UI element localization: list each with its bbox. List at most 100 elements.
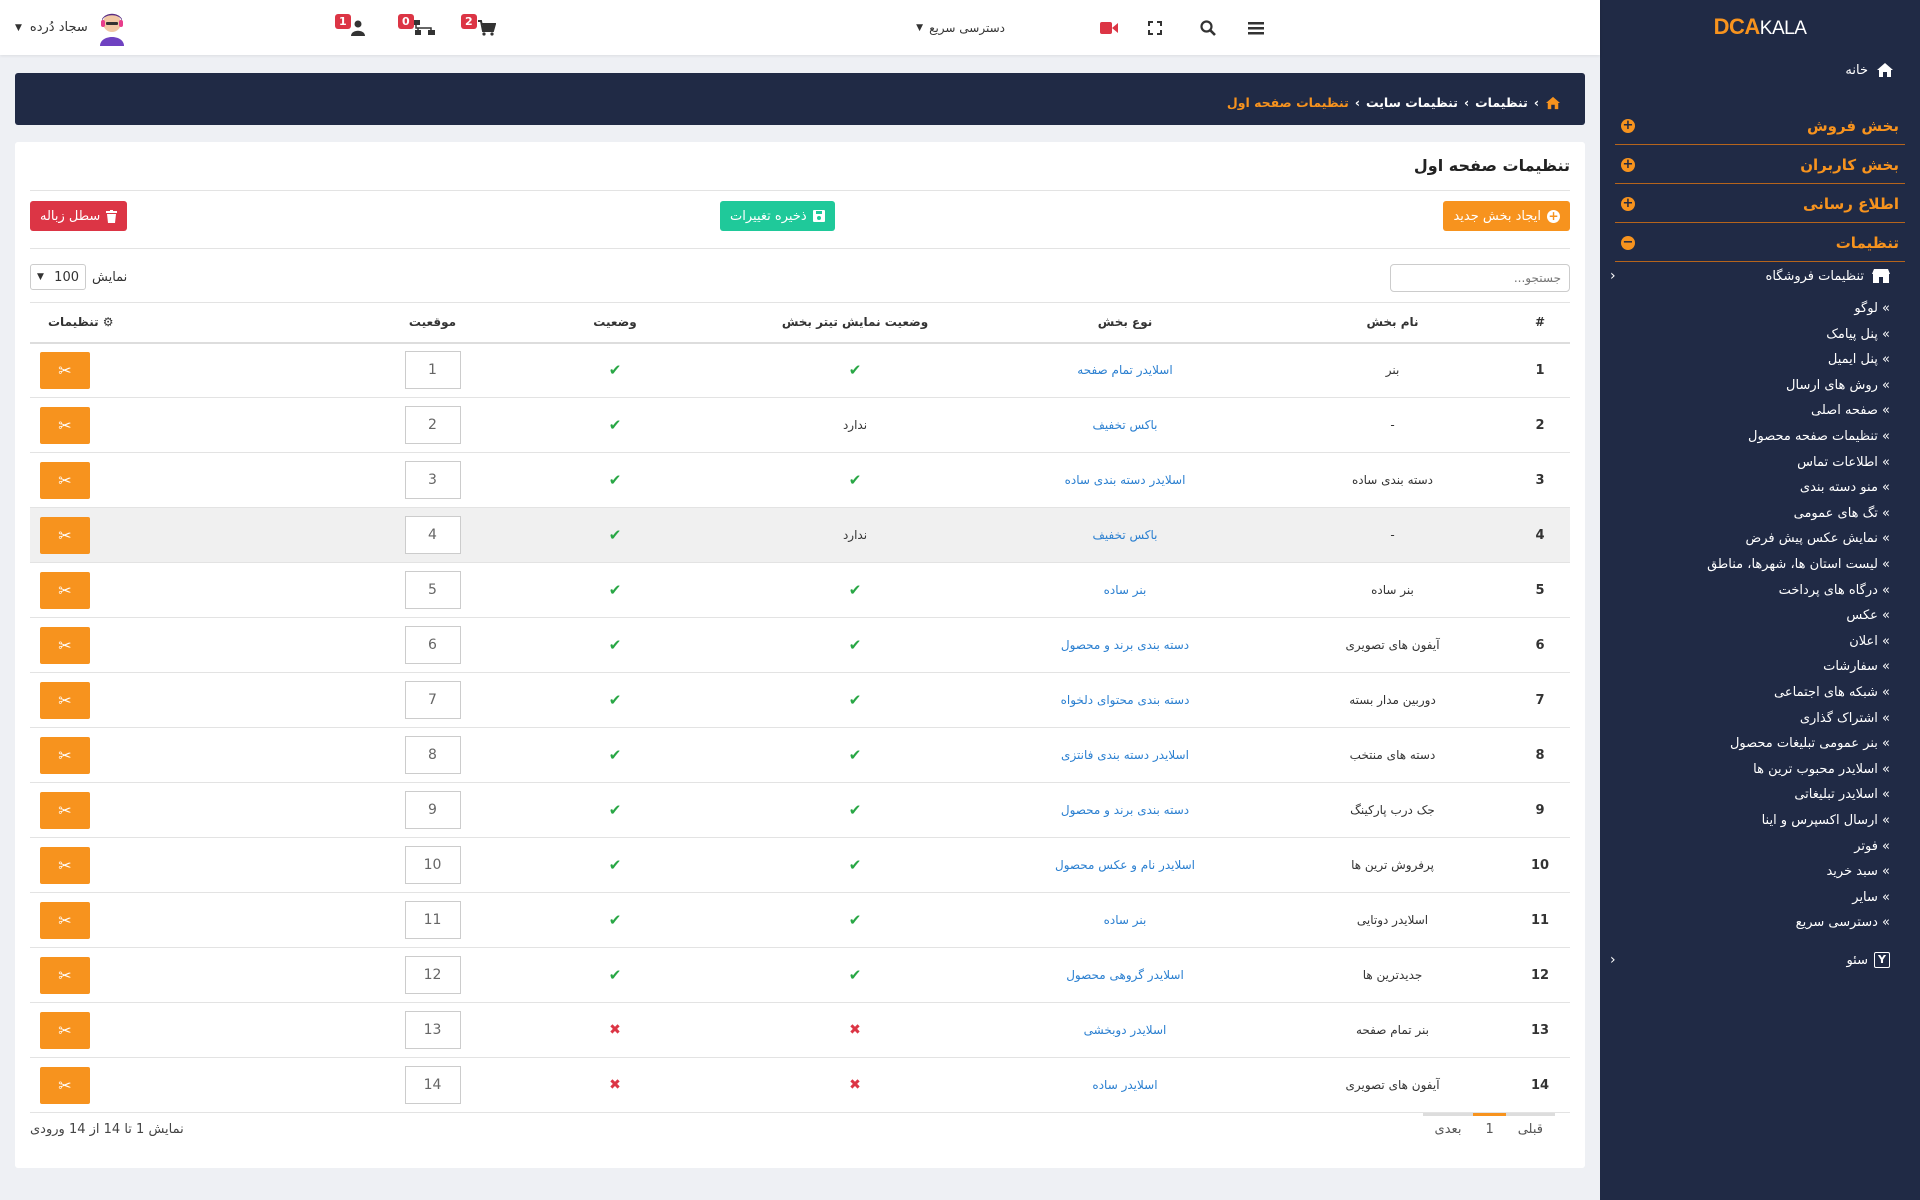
users-button[interactable] xyxy=(351,0,365,55)
tools-button[interactable]: ✂ xyxy=(40,1066,90,1104)
sidebar-subitem[interactable]: » اعلان xyxy=(1849,634,1890,649)
column-header-number[interactable]: # xyxy=(1510,302,1570,344)
sidebar-subitem[interactable]: » عکس xyxy=(1846,608,1890,623)
quick-access-dropdown[interactable]: دسترسی سریع ▼ xyxy=(916,0,1005,55)
section-type-link[interactable]: دسته بندی محتوای دلخواه xyxy=(975,672,1275,728)
tools-button[interactable]: ✂ xyxy=(40,1011,90,1049)
tools-button[interactable]: ✂ xyxy=(40,461,90,499)
orders-button[interactable] xyxy=(413,0,435,55)
sidebar-section-notifications[interactable]: اطلاع رسانی + xyxy=(1615,185,1905,223)
section-type-link[interactable]: اسلایدر تمام صفحه xyxy=(975,342,1275,398)
tools-button[interactable]: ✂ xyxy=(40,516,90,554)
position-input[interactable]: 11 xyxy=(404,901,461,939)
sidebar-subitem[interactable]: » تنظیمات صفحه محصول xyxy=(1748,429,1890,444)
sidebar-subitem[interactable]: » لوگو xyxy=(1854,301,1890,316)
save-changes-button[interactable]: ذخیره تغییرات xyxy=(720,201,835,231)
sidebar-subitem[interactable]: » سایر xyxy=(1852,890,1890,905)
search-input[interactable] xyxy=(1390,264,1570,292)
position-input[interactable]: 4 xyxy=(404,516,461,554)
sidebar-section-settings[interactable]: تنظیمات − xyxy=(1615,224,1905,262)
tools-button[interactable]: ✂ xyxy=(40,406,90,444)
position-input[interactable]: 8 xyxy=(404,736,461,774)
position-input[interactable]: 2 xyxy=(404,406,461,444)
sidebar-subitem[interactable]: » اشتراک گذاری xyxy=(1800,711,1890,726)
column-header-settings[interactable]: ⚙ تنظیمات xyxy=(30,302,370,344)
column-header-status[interactable]: وضعیت xyxy=(495,302,735,344)
sidebar-subitem[interactable]: » اسلایدر محبوب ترین ها xyxy=(1753,762,1890,777)
column-header-position[interactable]: موقعیت xyxy=(370,302,495,344)
search-button[interactable] xyxy=(1200,0,1216,55)
sidebar-subitem[interactable]: » اطلاعات تماس xyxy=(1797,455,1890,470)
sidebar-subitem[interactable]: » درگاه های پرداخت xyxy=(1779,583,1890,598)
section-type-link[interactable]: بنر ساده xyxy=(975,562,1275,618)
sidebar-subitem[interactable]: » صفحه اصلی xyxy=(1811,403,1890,418)
sidebar-subitem[interactable]: » تگ های عمومی xyxy=(1794,506,1890,521)
sidebar-subitem[interactable]: » دسترسی سریع xyxy=(1796,915,1890,930)
section-type-link[interactable]: باکس تخفیف xyxy=(975,397,1275,453)
position-input[interactable]: 1 xyxy=(404,351,461,390)
position-input[interactable]: 13 xyxy=(404,1011,461,1049)
page-size-select[interactable]: ▼ 100 xyxy=(30,264,86,290)
position-input[interactable]: 9 xyxy=(404,791,461,829)
logo[interactable]: DCAKALA xyxy=(1600,0,1920,52)
cart-button[interactable] xyxy=(478,0,496,55)
tools-button[interactable]: ✂ xyxy=(40,571,90,609)
fullscreen-button[interactable] xyxy=(1148,0,1162,55)
section-type-link[interactable]: اسلایدر دسته بندی فانتزی xyxy=(975,727,1275,783)
position-input[interactable]: 14 xyxy=(404,1066,461,1104)
sidebar-subitem[interactable]: » شبکه های اجتماعی xyxy=(1774,685,1890,700)
position-input[interactable]: 3 xyxy=(404,461,461,499)
new-section-button[interactable]: + ایجاد بخش جدید xyxy=(1443,201,1570,231)
menu-toggle-button[interactable] xyxy=(1248,0,1264,55)
sidebar-subitem[interactable]: » روش های ارسال xyxy=(1786,378,1890,393)
position-input[interactable]: 6 xyxy=(404,626,461,664)
tools-button[interactable]: ✂ xyxy=(40,626,90,664)
tools-button[interactable]: ✂ xyxy=(40,791,90,829)
sidebar-subitem[interactable]: » نمایش عکس پیش فرض xyxy=(1746,531,1891,546)
section-type-link[interactable]: اسلایدر دسته بندی ساده xyxy=(975,452,1275,508)
sidebar-subitem[interactable]: » ارسال اکسپرس و اینا xyxy=(1762,813,1890,828)
tools-button[interactable]: ✂ xyxy=(40,846,90,884)
sidebar-subitem[interactable]: » بنر عمومی تبلیغات محصول xyxy=(1730,736,1890,751)
sidebar-item-home[interactable]: خانه xyxy=(1845,62,1894,78)
section-type-link[interactable]: اسلایدر ساده xyxy=(975,1057,1275,1113)
sidebar-subitem[interactable]: » سفارشات xyxy=(1823,659,1890,674)
sidebar-subitem[interactable]: » منو دسته بندی xyxy=(1800,480,1890,495)
section-type-link[interactable]: اسلایدر نام و عکس محصول xyxy=(975,837,1275,893)
section-type-link[interactable]: دسته بندی برند و محصول xyxy=(975,782,1275,838)
sidebar-subitem[interactable]: » پنل ایمیل xyxy=(1828,352,1890,367)
position-input[interactable]: 7 xyxy=(404,681,461,719)
pagination-previous[interactable]: قبلی xyxy=(1505,1113,1555,1139)
tools-button[interactable]: ✂ xyxy=(40,956,90,994)
tools-button[interactable]: ✂ xyxy=(40,351,90,389)
tools-button[interactable]: ✂ xyxy=(40,901,90,939)
breadcrumb-item-site-settings[interactable]: تنظیمات سایت xyxy=(1366,95,1458,110)
section-type-link[interactable]: باکس تخفیف xyxy=(975,507,1275,563)
section-type-link[interactable]: اسلایدر گروهی محصول xyxy=(975,947,1275,1003)
home-icon[interactable] xyxy=(1545,96,1561,110)
tools-button[interactable]: ✂ xyxy=(40,736,90,774)
pagination-next[interactable]: بعدی xyxy=(1422,1113,1474,1139)
sidebar-section-sales[interactable]: بخش فروش + xyxy=(1615,107,1905,145)
section-type-link[interactable]: بنر ساده xyxy=(975,892,1275,948)
section-type-link[interactable]: اسلایدر دوبخشی xyxy=(975,1002,1275,1058)
pagination-page-1[interactable]: 1 xyxy=(1473,1113,1506,1139)
position-input[interactable]: 10 xyxy=(404,846,461,884)
sidebar-item-seo[interactable]: Y سئو ‹ xyxy=(1610,952,1890,968)
breadcrumb-item-settings[interactable]: تنظیمات xyxy=(1475,95,1528,110)
sidebar-subitem[interactable]: » پنل پیامک xyxy=(1826,327,1890,342)
user-menu[interactable]: سجاد دُرده ▼ xyxy=(15,0,128,55)
sidebar-subitem[interactable]: » فوتر xyxy=(1854,839,1890,854)
tools-button[interactable]: ✂ xyxy=(40,681,90,719)
sidebar-section-users[interactable]: بخش کاربران + xyxy=(1615,146,1905,184)
sidebar-subitem[interactable]: » اسلایدر تبلیغاتی xyxy=(1794,787,1890,802)
sidebar-subitem[interactable]: » سبد خرید xyxy=(1826,864,1890,879)
video-button[interactable] xyxy=(1100,0,1118,55)
trash-button[interactable]: سطل زباله xyxy=(30,201,128,231)
column-header-type[interactable]: نوع بخش xyxy=(975,302,1275,344)
column-header-name[interactable]: نام بخش xyxy=(1275,302,1510,344)
sidebar-subitem[interactable]: » لیست استان ها، شهرها، مناطق xyxy=(1707,557,1890,572)
column-header-title-status[interactable]: وضعیت نمایش تیتر بخش xyxy=(735,302,975,344)
section-type-link[interactable]: دسته بندی برند و محصول xyxy=(975,617,1275,673)
position-input[interactable]: 5 xyxy=(404,571,461,609)
